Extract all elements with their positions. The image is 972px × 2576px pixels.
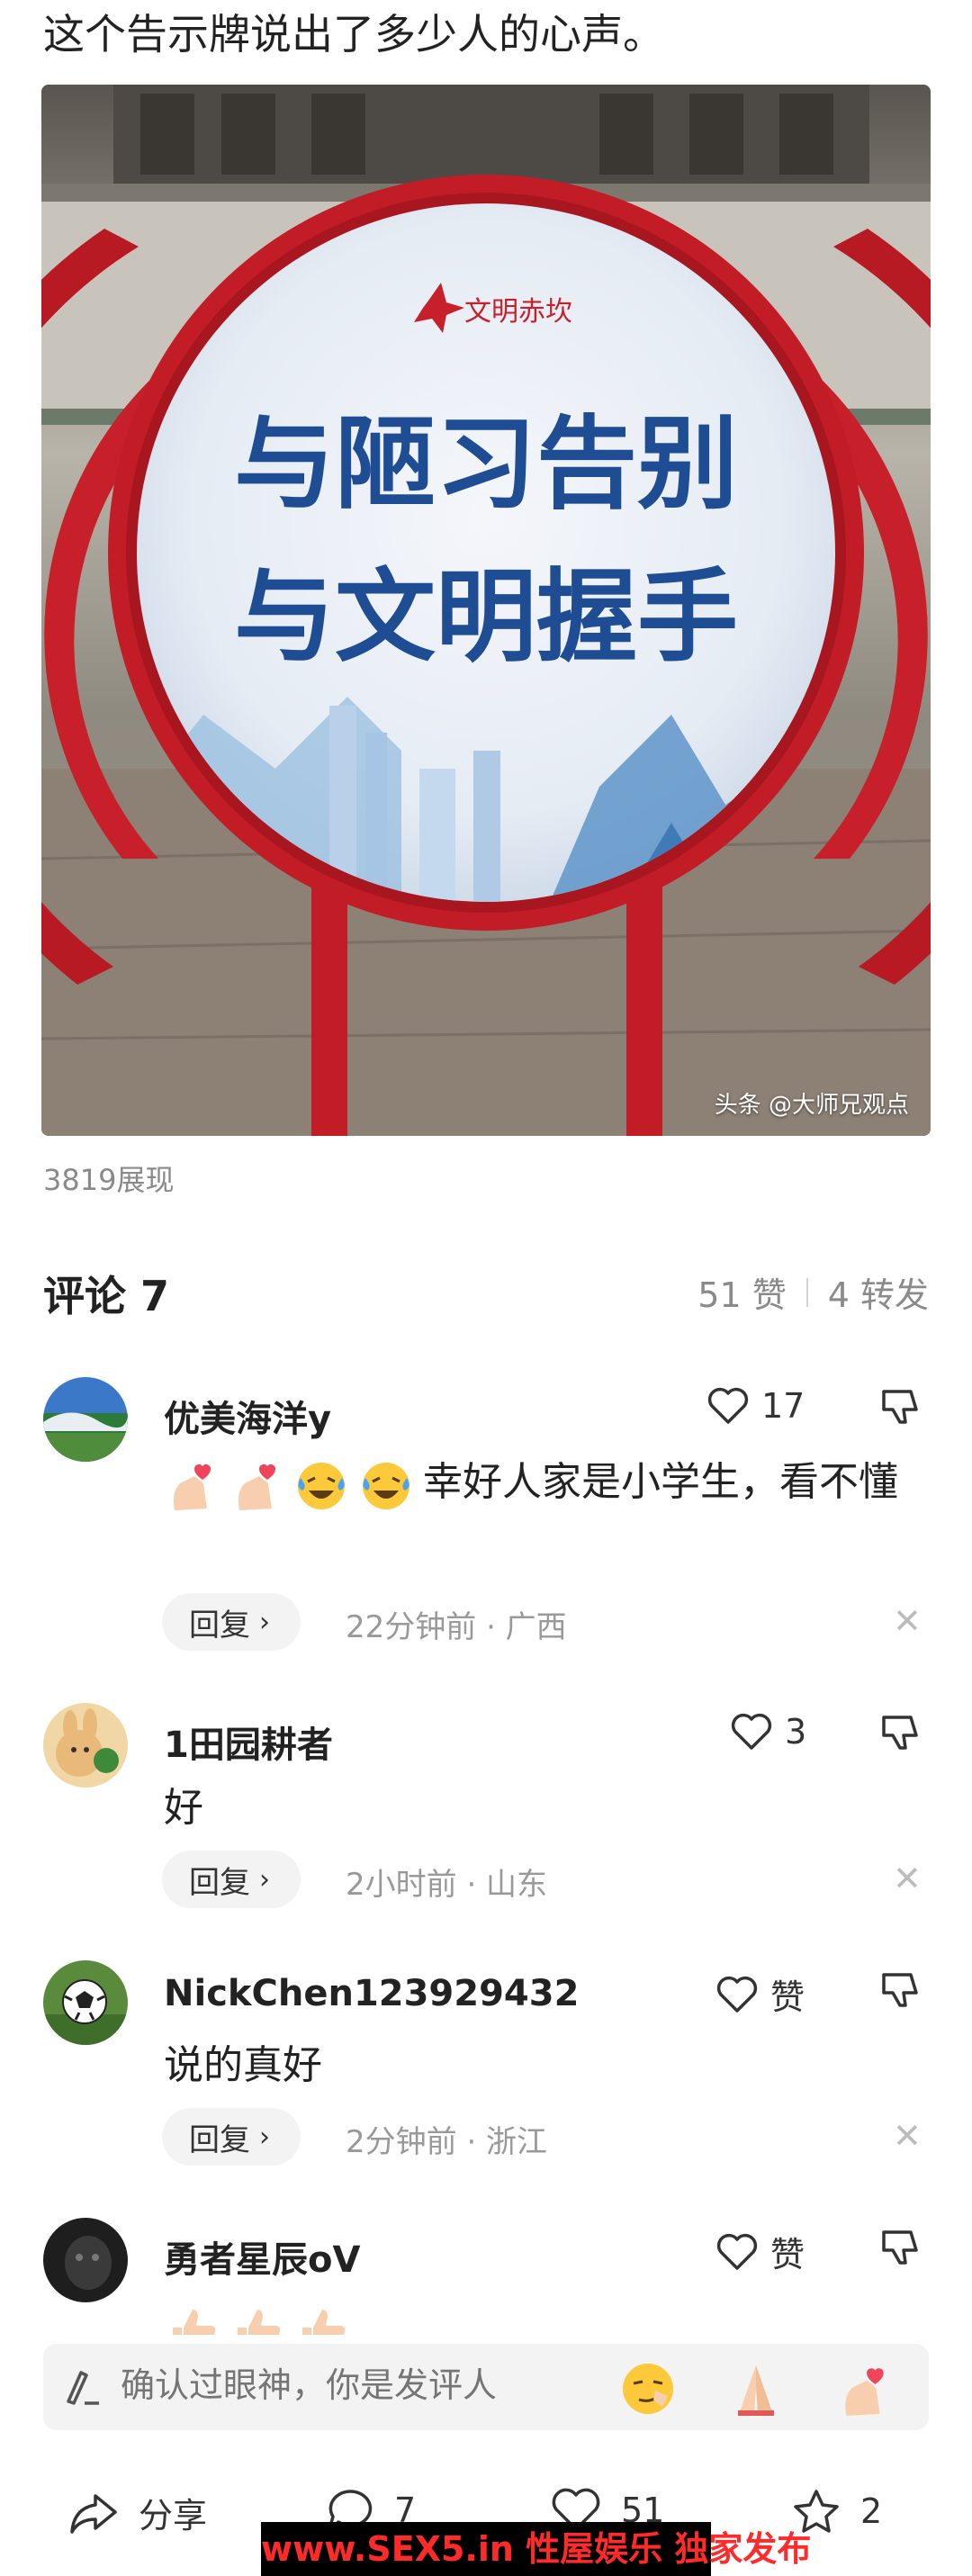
like-count: 赞 (770, 2235, 806, 2274)
avatar-landscape-image (43, 1377, 128, 1462)
share-icon (70, 2493, 117, 2534)
comment-input-bar[interactable] (43, 2344, 929, 2430)
like-count: 赞 (770, 1977, 806, 2017)
sign-photo: 文明赤坎 与陋习告别 与文明握手 (41, 85, 931, 1136)
post-text: 这个告示牌说出了多少人的心声。 (43, 10, 664, 59)
favorite-button[interactable]: 2 (792, 2488, 882, 2535)
likes-stat[interactable]: 51 赞 (698, 1267, 786, 1317)
comment-text: 幸好人家是小学生，看不懂 (423, 1459, 898, 1505)
chevron-right-icon: › (259, 1863, 270, 1896)
comment-author[interactable]: 勇者星辰oV (164, 2230, 360, 2283)
heart-icon (731, 1713, 772, 1750)
comment-text: 说的真好 (164, 2042, 322, 2088)
comment-text: 好 (164, 1785, 203, 1831)
reply-button[interactable]: 回复 › (162, 1593, 301, 1651)
avatar-cartoon-image (43, 1703, 128, 1788)
dislike-button[interactable] (880, 1712, 922, 1757)
dislike-button[interactable] (880, 1386, 922, 1431)
view-count: 3819展现 (43, 1163, 175, 1197)
reply-button[interactable]: 回复 › (162, 1851, 301, 1908)
comments-stats: 51 赞 4 转发 (698, 1267, 929, 1317)
image-watermark: 头条 @大师兄观点 (714, 1092, 909, 1119)
thumbs-up-emoji (238, 2310, 281, 2335)
thumbs-up-emoji (302, 2310, 346, 2335)
svg-text:与文明握手: 与文明握手 (234, 559, 738, 676)
comment-author[interactable]: 1田园耕者 (164, 1716, 333, 1768)
comment-item: 1田园耕者 3 好 回复 › 2小时前 · 山东 ✕ (0, 1703, 972, 1937)
close-icon[interactable]: ✕ (893, 1604, 922, 1638)
comments-title[interactable]: 评论 7 (43, 1264, 169, 1323)
chevron-right-icon: › (259, 2121, 270, 2153)
thumbs-down-icon (882, 1390, 918, 1424)
heart-icon (716, 2233, 758, 2270)
heart-hand-emoji (238, 1464, 275, 1510)
comment-author[interactable]: 优美海洋y (164, 1390, 331, 1442)
comment-body: 幸好人家是小学生，看不懂 (164, 1449, 911, 1516)
share-button[interactable]: 分享 (68, 2488, 207, 2537)
comment-meta: 2小时前 · 山东 (346, 1867, 548, 1903)
star-icon (794, 2490, 839, 2533)
close-icon[interactable]: ✕ (893, 1861, 922, 1896)
avatar[interactable] (43, 2218, 128, 2302)
divider (806, 1277, 808, 1307)
thumbs-up-emoji (173, 2310, 216, 2335)
like-button[interactable]: 赞 (716, 1969, 805, 2019)
heart-icon (716, 1976, 758, 2013)
comment-body: 好 (164, 1775, 911, 1842)
comment-item: NickChen123929432 赞 说的真好 回复 › 2分钟前 · 浙江 ✕ (0, 1960, 972, 2194)
like-count: 3 (785, 1712, 807, 1752)
laughing-crying-emoji (363, 1463, 410, 1509)
smirk-emoji[interactable] (619, 2360, 677, 2418)
heart-icon (707, 1387, 749, 1424)
avatar-dark-image (43, 2218, 128, 2302)
chevron-right-icon: › (259, 1606, 270, 1638)
comment-body: 说的真好 (164, 2032, 911, 2099)
like-button[interactable]: 3 (731, 1712, 806, 1752)
comment-meta: 22分钟前 · 广西 (346, 1609, 567, 1645)
svg-text:与陋习告别: 与陋习告别 (234, 406, 738, 523)
avatar[interactable] (43, 1377, 128, 1462)
avatar[interactable] (43, 1703, 128, 1788)
shares-stat[interactable]: 4 转发 (828, 1267, 929, 1317)
ad-banner[interactable]: www.SEX5.in 性屋娱乐 独家发布 (261, 2522, 811, 2576)
post-image[interactable]: 文明赤坎 与陋习告别 与文明握手 头条 @大师兄观点 (41, 85, 931, 1136)
dislike-button[interactable] (880, 1969, 922, 2014)
comment-item: 勇者星辰oV 赞 (0, 2218, 972, 2335)
heart-hand-emoji[interactable] (835, 2360, 893, 2418)
reply-label: 回复 (189, 1607, 250, 1644)
thumbs-down-icon (882, 1973, 918, 2007)
favorite-count: 2 (860, 2491, 883, 2531)
avatar[interactable] (43, 1960, 128, 2045)
svg-text:文明赤坎: 文明赤坎 (464, 296, 572, 328)
heart-hand-emoji (173, 1464, 211, 1510)
like-button[interactable]: 17 (707, 1386, 805, 1426)
comment-body (164, 2293, 911, 2335)
laughing-crying-emoji (298, 1463, 345, 1509)
close-icon[interactable]: ✕ (893, 2119, 922, 2153)
reply-label: 回复 (189, 1864, 250, 1901)
comment-meta: 2分钟前 · 浙江 (346, 2124, 548, 2160)
like-count: 17 (761, 1386, 806, 1426)
dislike-button[interactable] (880, 2227, 922, 2272)
reply-button[interactable]: 回复 › (162, 2108, 301, 2166)
comment-author[interactable]: NickChen123929432 (164, 1973, 579, 2014)
reply-label: 回复 (189, 2121, 250, 2158)
praying-hands-emoji[interactable] (727, 2360, 785, 2418)
comment-item: 优美海洋y 17 幸好人家是小学生，看不懂 回复 › 22分钟前 · 广西 ✕ (0, 1377, 972, 1683)
pen-icon (67, 2371, 99, 2405)
share-label: 分享 (139, 2496, 208, 2535)
thumbs-down-icon (882, 2230, 918, 2265)
like-button[interactable]: 赞 (716, 2227, 805, 2276)
comment-input[interactable] (121, 2365, 625, 2405)
comments-header: 评论 7 51 赞 4 转发 (43, 1264, 929, 1327)
avatar-soccer-image (43, 1960, 128, 2045)
thumbs-down-icon (882, 1716, 918, 1750)
